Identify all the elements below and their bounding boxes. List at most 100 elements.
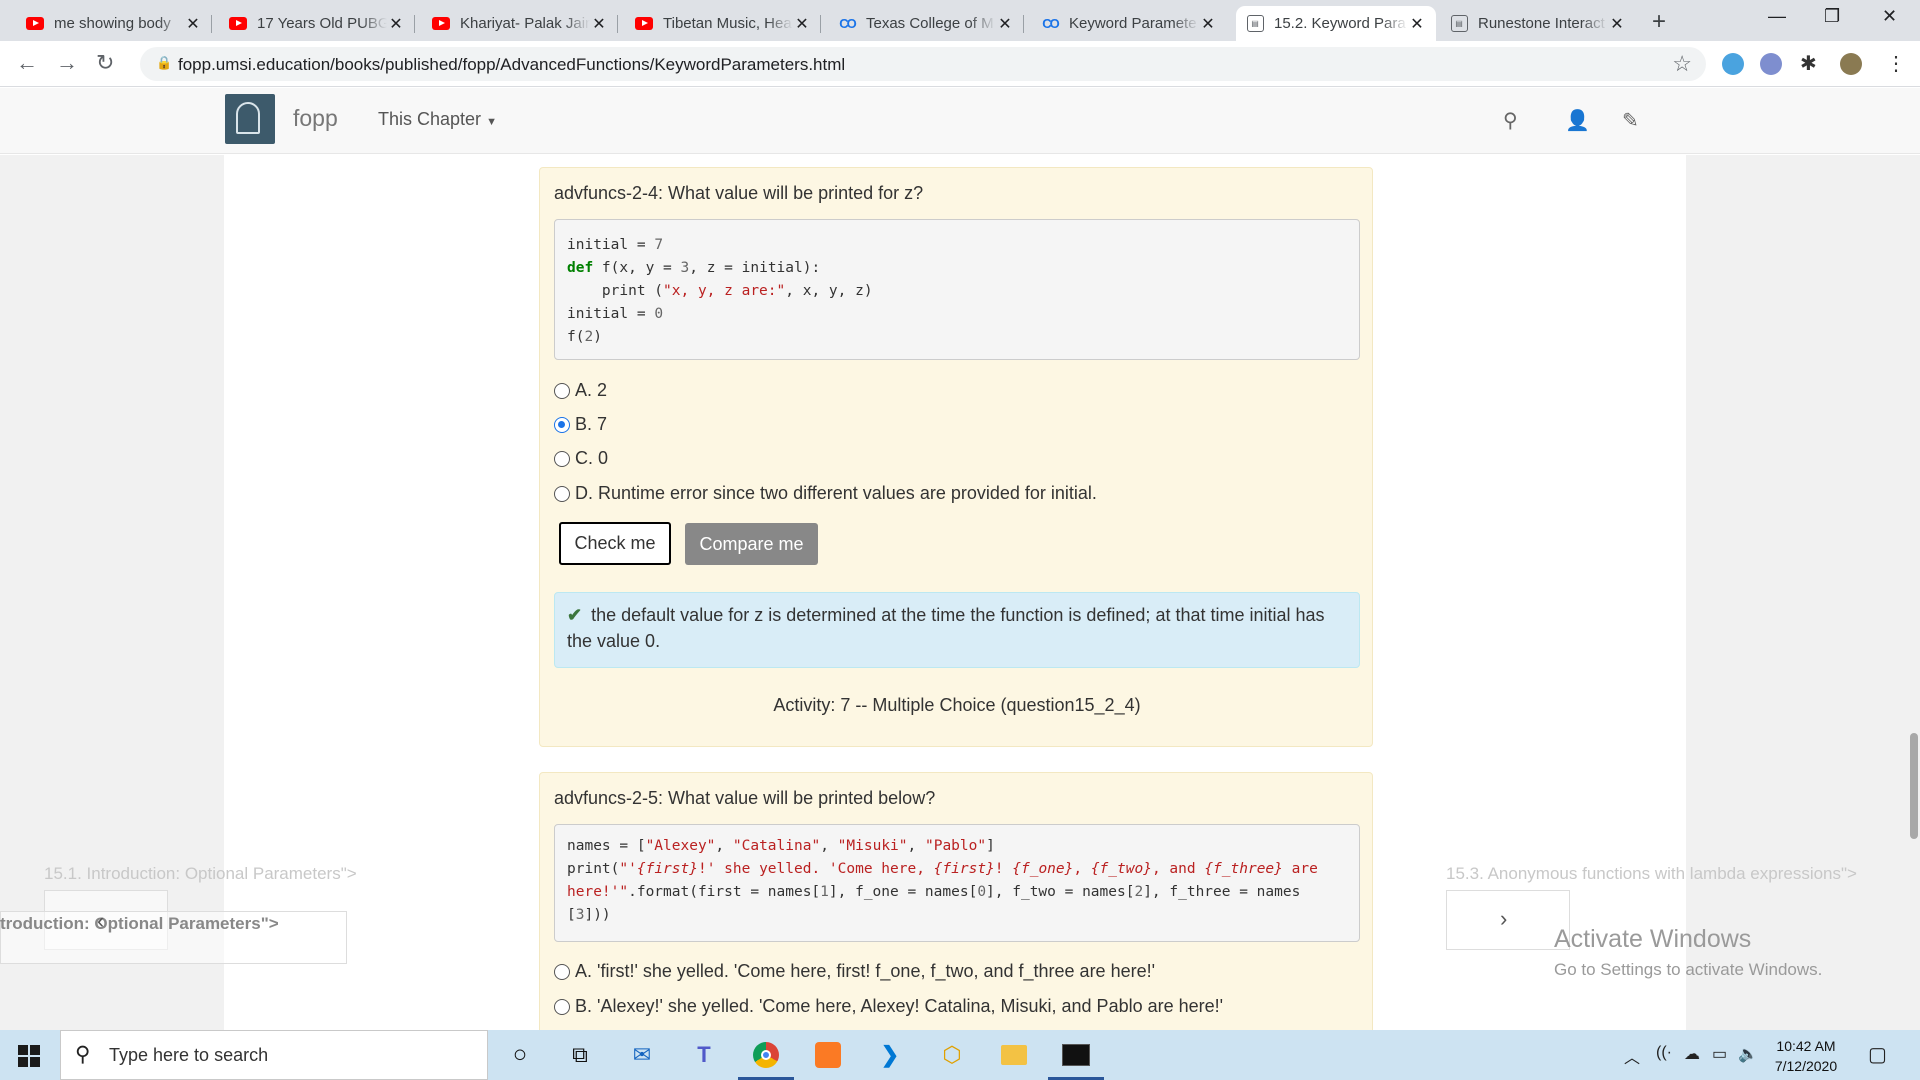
clock-date: 7/12/2020 [1774,1058,1838,1074]
terminal-icon[interactable] [1060,1039,1092,1071]
browser-tab[interactable]: Khariyat- Palak Jain ✕ [422,6,618,41]
browser-tab[interactable]: CO Texas College of M ✕ [828,6,1024,41]
taskbar-search-box[interactable]: ⚲ Type here to search [60,1030,488,1080]
close-icon[interactable]: ✕ [184,14,202,34]
question-title: advfuncs-2-5: What value will be printed… [554,788,936,808]
extension-search-icon[interactable] [1722,53,1744,75]
xampp-icon[interactable] [812,1039,844,1071]
prev-page-label[interactable]: troduction: Optional Parameters"> [0,914,279,934]
url-text[interactable]: fopp.umsi.education/books/published/fopp… [178,55,845,75]
task-view-icon[interactable]: ⧉ [564,1039,596,1071]
restore-icon[interactable]: ❐ [1824,6,1840,27]
new-tab-icon[interactable]: + [1652,8,1666,36]
tab-title: Runestone Interact [1478,15,1605,32]
answer-option[interactable]: A. 2 [554,380,607,401]
page-margin-right [1686,155,1920,1030]
search-icon[interactable]: ⚲ [1503,108,1518,133]
extensions-puzzle-icon[interactable]: ✱ [1800,51,1822,75]
answer-option[interactable]: D. Runtime error since two different val… [554,483,1097,504]
page-scrollbar[interactable] [1908,155,1920,1030]
runestone-icon: ▤ [1450,15,1468,33]
radio-button[interactable] [554,963,570,980]
browser-tab[interactable]: 17 Years Old PUBG ✕ [219,6,415,41]
option-label: B. 'Alexey!' she yelled. 'Come here, Ale… [575,996,1224,1016]
chevron-up-icon[interactable]: ︿ [1624,1044,1640,1068]
answer-option[interactable]: B. 7 [554,414,607,435]
close-icon[interactable]: ✕ [1408,14,1426,34]
answer-option[interactable]: B. 'Alexey!' she yelled. 'Come here, Ale… [554,996,1223,1017]
chrome-icon[interactable] [750,1039,782,1071]
browser-tab[interactable]: ▤ Runestone Interact ✕ [1440,6,1636,41]
option-label: B. 7 [575,414,608,434]
vscode-icon[interactable]: ❯ [874,1039,906,1071]
close-icon[interactable]: ✕ [793,14,811,34]
cortana-icon[interactable]: ○ [504,1039,536,1071]
teams-icon[interactable]: T [688,1039,720,1071]
back-icon[interactable]: ← [16,50,38,76]
code-block: initial = 7 def f(x, y = 3, z = initial)… [554,219,1360,360]
battery-icon[interactable]: ▭ [1712,1044,1727,1064]
tab-title: Khariyat- Palak Jain [460,15,590,32]
compare-me-button[interactable]: Compare me [685,523,818,565]
check-me-button[interactable]: Check me [559,522,671,565]
radio-button-selected[interactable] [554,416,570,433]
file-explorer-icon[interactable] [998,1039,1030,1071]
answer-option[interactable]: C. 0 [554,448,608,469]
cube-app-icon[interactable]: ⬡ [936,1039,968,1071]
minimize-icon[interactable]: — [1768,6,1786,27]
browser-tab-active[interactable]: ▤ 15.2. Keyword Para ✕ [1236,6,1436,41]
browser-tab[interactable]: me showing body ✕ [16,6,212,41]
browser-tab[interactable]: Tibetan Music, Hea ✕ [625,6,821,41]
mail-icon[interactable]: ✉ [626,1039,658,1071]
reload-icon[interactable]: ↻ [96,50,114,76]
close-icon[interactable]: ✕ [1199,14,1217,34]
site-brand[interactable]: fopp [293,105,338,132]
site-logo[interactable] [225,94,275,144]
browser-tab[interactable]: CO Keyword Paramete ✕ [1031,6,1227,41]
scrollbar-thumb[interactable] [1910,733,1918,839]
user-icon[interactable]: 👤 [1565,108,1590,133]
windows-start-icon[interactable] [18,1045,40,1067]
extension-owl-icon[interactable] [1760,53,1782,75]
tab-title: 17 Years Old PUBG [257,15,387,32]
option-label: D. Runtime error since two different val… [575,483,1097,503]
radio-button[interactable] [554,382,570,399]
close-icon[interactable]: ✕ [996,14,1014,34]
radio-button[interactable] [554,998,570,1015]
chapter-menu[interactable]: This Chapter ▼ [378,109,497,130]
forward-icon[interactable]: → [56,50,78,76]
search-placeholder: Type here to search [109,1045,269,1065]
notification-icon[interactable]: ▢ [1868,1042,1887,1067]
answer-option[interactable]: A. 'first!' she yelled. 'Come here, firs… [554,961,1155,982]
tab-title: 15.2. Keyword Para [1274,15,1406,32]
window-close-icon[interactable]: ✕ [1882,6,1897,27]
close-icon[interactable]: ✕ [387,14,405,34]
lock-icon: 🔒 [156,55,173,70]
menu-kebab-icon[interactable]: ⋮ [1886,51,1908,75]
activate-windows-title: Activate Windows [1554,925,1752,953]
cloud-icon[interactable]: ☁ [1684,1044,1700,1064]
youtube-icon [432,15,450,33]
close-icon[interactable]: ✕ [590,14,608,34]
question-card: advfuncs-2-4: What value will be printed… [539,167,1373,747]
close-icon[interactable]: ✕ [1608,14,1626,34]
question-title: advfuncs-2-4: What value will be printed… [554,183,924,203]
profile-avatar[interactable] [1840,53,1862,75]
next-page-button[interactable] [1446,890,1570,950]
network-icon[interactable]: ((· [1656,1044,1672,1062]
pencil-icon[interactable]: ✎ [1622,108,1639,133]
clock-time: 10:42 AM [1776,1038,1836,1054]
address-bar[interactable]: 🔒 fopp.umsi.education/books/published/fo… [140,47,1706,81]
prev-page-ghost-text: 15.1. Introduction: Optional Parameters"… [44,864,357,883]
tab-title: me showing body [54,15,171,32]
youtube-icon [229,15,247,33]
tab-strip: me showing body ✕ 17 Years Old PUBG ✕ Kh… [0,0,1920,41]
system-clock[interactable]: 10:42 AM 7/12/2020 [1756,1036,1856,1076]
chevron-right-icon[interactable]: › [1500,906,1507,932]
radio-button[interactable] [554,485,570,502]
feedback-text: the default value for z is determined at… [567,605,1325,651]
bookmark-star-icon[interactable]: ☆ [1672,51,1692,77]
radio-button[interactable] [554,450,570,467]
volume-icon[interactable]: 🔈 [1738,1044,1758,1064]
chevron-left-icon[interactable]: ‹ [97,908,104,934]
